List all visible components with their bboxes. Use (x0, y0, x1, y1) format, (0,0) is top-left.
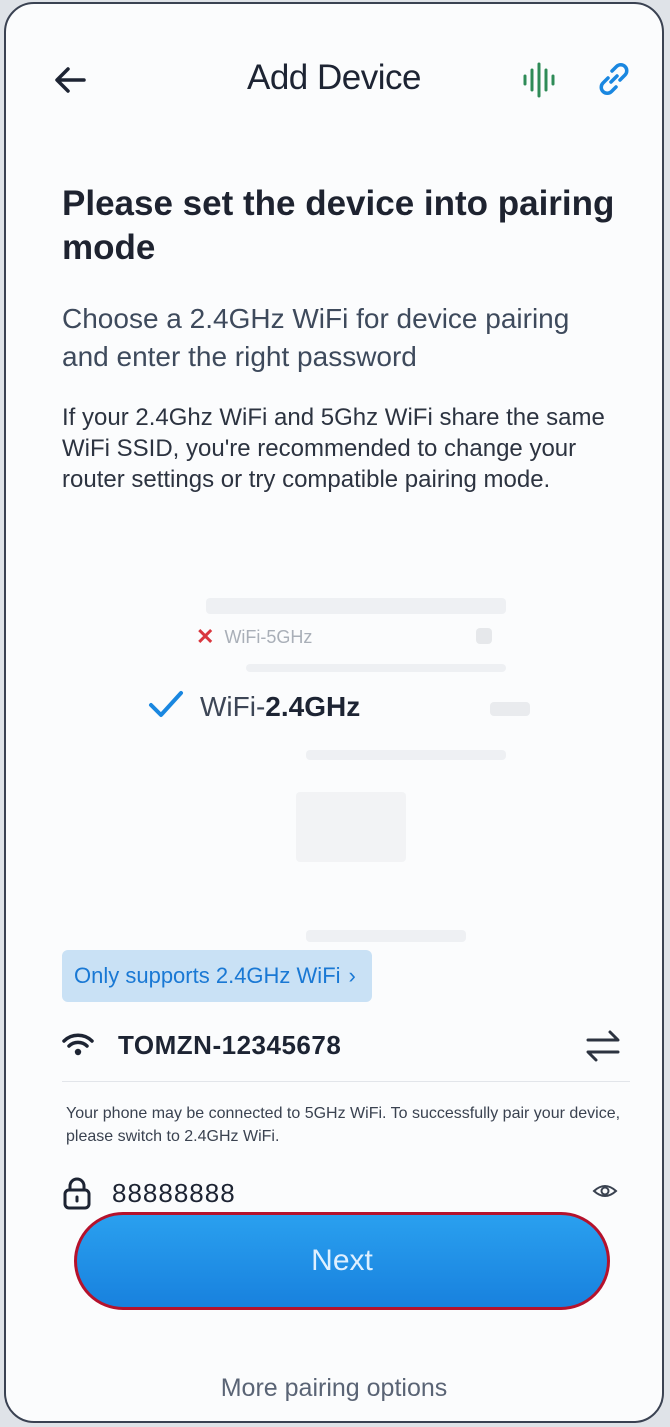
wifi-24ghz-prefix: WiFi- (200, 690, 266, 722)
instruction-heading: Please set the device into pairing mode (62, 184, 615, 267)
lock-glyph-faint (476, 628, 492, 644)
faint-bar (306, 930, 466, 942)
chevron-right-icon: › (348, 963, 356, 988)
badge-label: Only supports 2.4GHz WiFi (74, 963, 341, 988)
faint-box (296, 792, 406, 862)
wifi-24ghz-band: 2.4GHz (265, 690, 361, 722)
next-button[interactable]: Next (74, 1212, 610, 1310)
check-icon (146, 688, 186, 725)
wifi-5ghz-option: ✕ WiFi-5GHz (196, 624, 312, 650)
faint-bar (306, 750, 506, 760)
wifi-ssid: TOMZN-12345678 (118, 1030, 342, 1060)
header: Add Device (6, 44, 662, 116)
eye-icon[interactable] (592, 1180, 618, 1202)
wifi-band-warning: Your phone may be connected to 5GHz WiFi… (66, 1105, 621, 1145)
wifi-glyph-faint (490, 702, 530, 716)
wifi-icon (62, 1032, 94, 1058)
wifi-5ghz-label: WiFi-5GHz (224, 626, 313, 647)
more-pairing-options-link[interactable]: More pairing options (6, 1374, 662, 1403)
lock-icon (62, 1176, 92, 1210)
faint-bar (246, 664, 506, 672)
faint-bar (206, 598, 506, 614)
phone-screen: Add Device Please set the device into pa… (4, 2, 664, 1423)
sound-wave-icon[interactable] (518, 60, 560, 100)
link-icon[interactable] (594, 58, 634, 100)
only-24ghz-badge[interactable]: Only supports 2.4GHz WiFi › (62, 950, 372, 1002)
switch-network-icon[interactable] (582, 1026, 624, 1066)
password-field[interactable]: 88888888 (112, 1178, 236, 1209)
wifi-ssid-row[interactable]: TOMZN-12345678 (62, 1022, 632, 1072)
divider (62, 1081, 630, 1082)
password-row[interactable]: 88888888 (62, 1172, 632, 1216)
cross-icon: ✕ (196, 624, 215, 649)
ssid-notice: If your 2.4Ghz WiFi and 5Ghz WiFi share … (62, 404, 605, 493)
wifi-24ghz-option: WiFi- 2.4GHz (146, 688, 360, 725)
page-title: Add Device (247, 58, 421, 97)
wifi-band-illustration: ✕ WiFi-5GHz WiFi- 2.4GHz (6, 564, 662, 942)
instruction-subheading: Choose a 2.4GHz WiFi for device pairing … (62, 303, 570, 372)
